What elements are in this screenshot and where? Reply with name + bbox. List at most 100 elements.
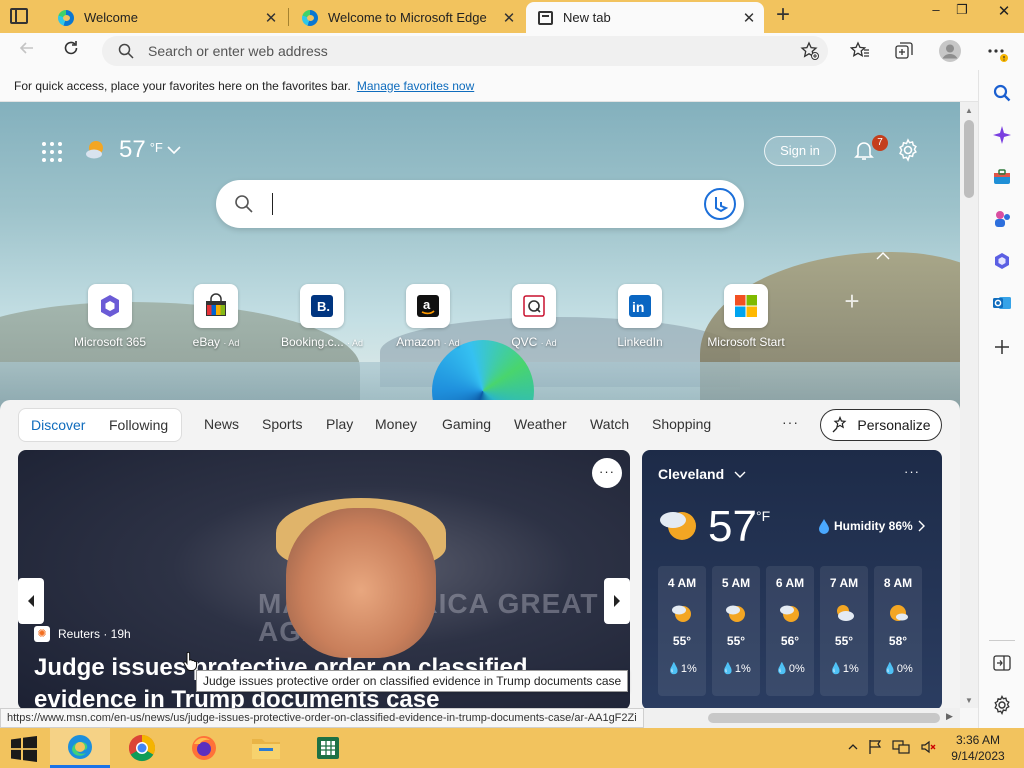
hourly-forecast-item[interactable]: 6 AM 56° 💧0% xyxy=(766,566,814,696)
address-bar[interactable] xyxy=(102,36,828,66)
quick-link-microsoft365[interactable]: Microsoft 365 xyxy=(65,284,155,349)
carousel-previous-button[interactable] xyxy=(18,578,44,624)
new-tab-button[interactable]: + xyxy=(771,3,795,28)
hour-time: 8 AM xyxy=(883,576,913,590)
category-news[interactable]: News xyxy=(204,416,239,432)
scrollbar-thumb[interactable] xyxy=(708,713,940,723)
hour-temperature: 55° xyxy=(834,634,854,648)
hour-precipitation: 💧1% xyxy=(721,663,751,675)
chevron-down-icon[interactable] xyxy=(167,142,181,158)
action-center-flag-icon[interactable] xyxy=(868,739,882,758)
chevron-up-icon[interactable] xyxy=(876,248,892,260)
show-hidden-icons-icon[interactable] xyxy=(848,742,858,754)
add-favorite-icon[interactable] xyxy=(800,41,822,63)
volume-muted-icon[interactable] xyxy=(920,739,936,758)
tab-actions-icon[interactable] xyxy=(10,8,28,24)
category-money[interactable]: Money xyxy=(375,416,417,432)
scroll-down-arrow-icon[interactable]: ▼ xyxy=(965,696,973,705)
close-tab-icon[interactable]: ✕ xyxy=(502,9,516,27)
scroll-up-arrow-icon[interactable]: ▲ xyxy=(965,106,973,115)
microsoft365-icon[interactable] xyxy=(991,250,1013,272)
back-button[interactable] xyxy=(14,39,40,65)
search-icon[interactable] xyxy=(991,82,1013,104)
web-search-box[interactable] xyxy=(216,180,744,228)
quick-link-amazon[interactable]: a Amazon · Ad xyxy=(383,284,473,349)
hourly-forecast-item[interactable]: 4 AM 55° 💧1% xyxy=(658,566,706,696)
weather-card[interactable]: Cleveland ··· 57 °F Humidity 86% 4 AM 55… xyxy=(642,450,942,708)
carousel-next-button[interactable] xyxy=(604,578,630,624)
tab-welcome[interactable]: Welcome ✕ xyxy=(46,2,286,33)
hour-precipitation: 💧0% xyxy=(775,663,805,675)
network-icon[interactable] xyxy=(892,739,910,758)
qvc-icon xyxy=(512,284,556,328)
copilot-icon[interactable] xyxy=(991,124,1013,146)
weather-more-options-icon[interactable]: ··· xyxy=(904,464,920,479)
quick-link-qvc[interactable]: QVC · Ad xyxy=(489,284,579,349)
category-play[interactable]: Play xyxy=(326,416,353,432)
page-settings-icon[interactable] xyxy=(896,138,920,162)
tab-discover[interactable]: Discover xyxy=(31,417,85,433)
restore-button[interactable]: ❐ xyxy=(952,2,972,22)
taskbar-chrome[interactable] xyxy=(112,728,172,768)
weather-summary[interactable]: 57 °F xyxy=(84,136,181,164)
close-tab-icon[interactable]: ✕ xyxy=(264,9,278,27)
sign-in-button[interactable]: Sign in xyxy=(764,136,836,166)
card-more-options-icon[interactable]: ··· xyxy=(592,458,622,488)
favorites-bar: For quick access, place your favorites h… xyxy=(0,70,978,102)
taskbar-excel[interactable] xyxy=(298,728,358,768)
personalize-button[interactable]: Personalize xyxy=(820,409,942,441)
minimize-button[interactable]: – xyxy=(926,2,946,22)
manage-favorites-link[interactable]: Manage favorites now xyxy=(357,79,474,93)
new-tab-page: 57 °F Sign in 7 Microsoft 365 eBay · Ad … xyxy=(0,102,960,708)
close-tab-icon[interactable]: ✕ xyxy=(742,9,756,27)
browser-toolbar xyxy=(0,33,1024,70)
quick-link-linkedin[interactable]: in LinkedIn xyxy=(595,284,685,349)
address-input[interactable] xyxy=(148,43,748,59)
settings-and-more-icon[interactable] xyxy=(986,41,1008,63)
tab-new-tab[interactable]: New tab ✕ xyxy=(526,2,764,33)
quick-link-booking[interactable]: B. Booking.c... · Ad xyxy=(277,284,367,349)
vertical-scrollbar[interactable]: ▲ ▼ xyxy=(960,102,978,708)
shopping-icon[interactable] xyxy=(991,166,1013,188)
category-watch[interactable]: Watch xyxy=(590,416,629,432)
more-categories-icon[interactable]: ··· xyxy=(782,414,799,430)
outlook-icon[interactable] xyxy=(991,292,1013,314)
app-launcher-icon[interactable] xyxy=(42,142,62,162)
scrollbar-thumb[interactable] xyxy=(964,120,974,198)
collections-icon[interactable] xyxy=(894,41,916,63)
profile-avatar-icon[interactable] xyxy=(938,39,961,62)
sidebar-divider xyxy=(989,640,1015,641)
settings-icon[interactable] xyxy=(991,694,1013,716)
refresh-button[interactable] xyxy=(58,39,84,65)
scroll-right-arrow-icon[interactable]: ▶ xyxy=(946,711,953,722)
booking-icon: B. xyxy=(300,284,344,328)
add-icon[interactable] xyxy=(991,336,1013,358)
hourly-forecast-item[interactable]: 7 AM 55° 💧1% xyxy=(820,566,868,696)
hourly-forecast-item[interactable]: 8 AM 58° 💧0% xyxy=(874,566,922,696)
quick-link-ebay[interactable]: eBay · Ad xyxy=(171,284,261,349)
close-window-button[interactable]: ✕ xyxy=(994,2,1014,22)
tab-welcome-edge[interactable]: Welcome to Microsoft Edge ✕ xyxy=(290,2,524,33)
category-weather[interactable]: Weather xyxy=(514,416,567,432)
hero-image xyxy=(286,508,436,658)
category-sports[interactable]: Sports xyxy=(262,416,302,432)
system-clock[interactable]: 3:36 AM 9/14/2023 xyxy=(948,732,1008,764)
hour-precipitation: 💧1% xyxy=(829,663,859,675)
windows-start-icon[interactable] xyxy=(10,736,38,762)
favorites-icon[interactable] xyxy=(849,41,872,63)
quick-link-microsoft-start[interactable]: Microsoft Start xyxy=(701,284,791,349)
tab-following[interactable]: Following xyxy=(109,417,168,433)
hourly-forecast-item[interactable]: 5 AM 55° 💧1% xyxy=(712,566,760,696)
ebay-icon xyxy=(194,284,238,328)
category-gaming[interactable]: Gaming xyxy=(442,416,491,432)
favorites-bar-message: For quick access, place your favorites h… xyxy=(14,78,351,93)
weather-city[interactable]: Cleveland xyxy=(658,466,746,482)
category-shopping[interactable]: Shopping xyxy=(652,416,711,432)
bing-chat-icon[interactable] xyxy=(704,188,736,220)
taskbar-firefox[interactable] xyxy=(174,728,234,768)
taskbar-file-explorer[interactable] xyxy=(236,728,296,768)
collapse-sidebar-icon[interactable] xyxy=(991,652,1013,674)
add-quick-link-icon[interactable]: + xyxy=(842,288,862,314)
taskbar-edge[interactable] xyxy=(50,728,110,768)
games-icon[interactable] xyxy=(991,208,1013,230)
